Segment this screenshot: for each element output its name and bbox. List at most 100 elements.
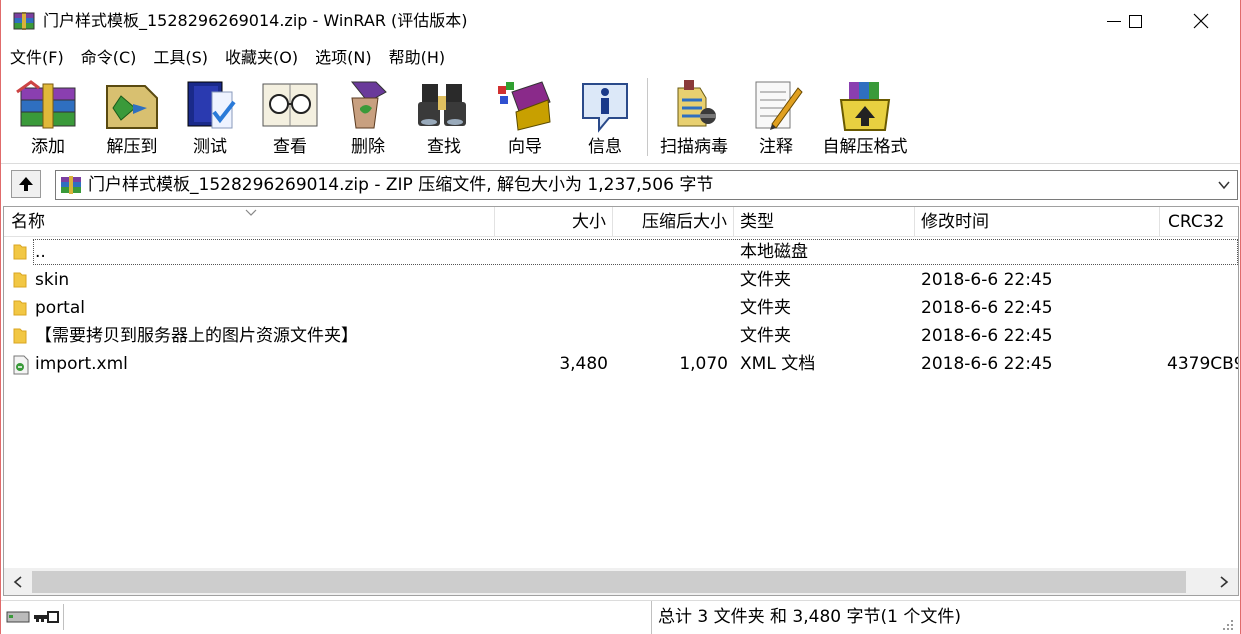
folder-icon: [13, 272, 27, 288]
test-button[interactable]: 测试: [177, 74, 243, 162]
folder-icon: [13, 244, 27, 260]
file-list[interactable]: 名称 大小 压缩后大小 类型 修改时间 CRC32 .. 本地磁盘 skin 文…: [3, 206, 1239, 596]
scroll-left-button[interactable]: [4, 568, 32, 595]
table-row[interactable]: import.xml 3,480 1,070 XML 文档 2018-6-6 2…: [4, 350, 1239, 378]
chevron-right-icon: [1220, 576, 1229, 588]
column-header: 名称 大小 压缩后大小 类型 修改时间 CRC32: [4, 207, 1238, 237]
info-button[interactable]: 信息: [571, 74, 639, 162]
folder-icon: [13, 300, 27, 316]
file-modified: 2018-6-6 22:45: [921, 270, 1053, 290]
virus-scan-icon: [677, 80, 716, 127]
maximize-button[interactable]: [1112, 0, 1158, 42]
winrar-window: 门户样式模板_1528296269014.zip - WinRAR (评估版本)…: [0, 0, 1241, 634]
virus-scan-button[interactable]: 扫描病毒: [653, 74, 735, 162]
delete-label: 删除: [351, 137, 385, 157]
toolbar-separator: [647, 78, 648, 156]
file-name: 【需要拷贝到服务器上的图片资源文件夹】: [35, 326, 358, 346]
menu-options[interactable]: 选项(N): [306, 46, 379, 70]
add-books-icon: [16, 80, 76, 129]
address-bar: 门户样式模板_1528296269014.zip - ZIP 压缩文件, 解包大…: [1, 168, 1240, 202]
sfx-label: 自解压格式: [822, 137, 908, 157]
view-label: 查看: [273, 137, 307, 157]
title-bar: 门户样式模板_1528296269014.zip - WinRAR (评估版本): [1, 0, 1240, 42]
info-icon: [582, 83, 628, 133]
status-icons: [4, 604, 64, 630]
menu-help[interactable]: 帮助(H): [380, 46, 454, 70]
horizontal-scrollbar[interactable]: [4, 568, 1238, 595]
column-header-crc[interactable]: CRC32: [1160, 207, 1238, 237]
sort-descending-icon: [245, 209, 257, 216]
file-modified: 2018-6-6 22:45: [921, 298, 1053, 318]
file-size: 3,480: [559, 354, 608, 374]
table-row[interactable]: skin 文件夹 2018-6-6 22:45: [4, 266, 1238, 294]
file-crc: 4379CB9: [1167, 354, 1239, 374]
file-name: ..: [35, 242, 46, 262]
column-header-modified[interactable]: 修改时间: [915, 207, 1160, 237]
menu-file[interactable]: 文件(F): [1, 46, 72, 70]
wizard-button[interactable]: 向导: [489, 74, 561, 162]
file-name: skin: [35, 270, 70, 290]
table-row[interactable]: 【需要拷贝到服务器上的图片资源文件夹】 文件夹 2018-6-6 22:45: [4, 322, 1238, 350]
up-one-level-button[interactable]: [11, 170, 41, 198]
view-button[interactable]: 查看: [255, 74, 325, 162]
delete-icon: [350, 81, 387, 129]
file-type: XML 文档: [740, 354, 816, 374]
file-type: 本地磁盘: [740, 242, 808, 262]
scroll-thumb[interactable]: [32, 571, 1186, 593]
file-modified: 2018-6-6 22:45: [921, 354, 1053, 374]
add-label: 添加: [31, 137, 65, 157]
file-name: portal: [35, 298, 85, 318]
drive-icon: [6, 611, 30, 623]
menu-favorites[interactable]: 收藏夹(O): [216, 46, 306, 70]
status-summary: 总计 3 文件夹 和 3,480 字节(1 个文件): [658, 607, 961, 627]
extract-to-label: 解压到: [106, 137, 158, 157]
extract-to-button[interactable]: 解压到: [97, 74, 167, 162]
focus-rectangle: [33, 239, 1238, 265]
winrar-app-icon: [13, 12, 35, 30]
view-glasses-icon: [262, 83, 318, 127]
wizard-icon: [498, 81, 551, 131]
delete-button[interactable]: 删除: [333, 74, 403, 162]
info-label: 信息: [588, 137, 622, 157]
close-button[interactable]: [1178, 0, 1224, 42]
find-button[interactable]: 查找: [409, 74, 479, 162]
column-header-packed[interactable]: 压缩后大小: [613, 207, 734, 237]
file-modified: 2018-6-6 22:45: [921, 326, 1053, 346]
comment-label: 注释: [759, 137, 793, 157]
column-header-size[interactable]: 大小: [495, 207, 613, 237]
status-bar: 总计 3 文件夹 和 3,480 字节(1 个文件): [1, 600, 1240, 634]
menu-tools[interactable]: 工具(S): [144, 46, 216, 70]
find-binoculars-icon: [418, 84, 466, 126]
resize-grip-icon[interactable]: [1222, 619, 1234, 631]
table-row[interactable]: .. 本地磁盘: [4, 238, 1238, 266]
archive-path-text: 门户样式模板_1528296269014.zip - ZIP 压缩文件, 解包大…: [88, 175, 714, 195]
folder-icon: [13, 328, 27, 344]
find-label: 查找: [427, 137, 461, 157]
up-arrow-icon: [19, 177, 33, 191]
sfx-icon: [839, 82, 891, 131]
sfx-button[interactable]: 自解压格式: [817, 74, 913, 162]
file-type: 文件夹: [740, 326, 791, 346]
xml-file-icon: [13, 355, 29, 375]
menu-bar: 文件(F) 命令(C) 工具(S) 收藏夹(O) 选项(N) 帮助(H): [1, 46, 1240, 70]
zip-archive-icon: [61, 176, 81, 194]
add-button[interactable]: 添加: [13, 74, 83, 162]
table-row[interactable]: portal 文件夹 2018-6-6 22:45: [4, 294, 1238, 322]
status-summary-panel: 总计 3 文件夹 和 3,480 字节(1 个文件): [651, 601, 1240, 634]
comment-icon: [755, 81, 803, 130]
column-header-type[interactable]: 类型: [734, 207, 915, 237]
chevron-down-icon[interactable]: [1217, 178, 1231, 192]
maximize-icon: [1128, 14, 1142, 28]
path-combobox[interactable]: 门户样式模板_1528296269014.zip - ZIP 压缩文件, 解包大…: [55, 170, 1238, 200]
test-label: 测试: [193, 137, 227, 157]
toolbar: 添加 解压到 测试 查看 删除 查找 向导 信息 扫描病毒 注释 自解压格式: [1, 74, 1240, 164]
virus-scan-label: 扫描病毒: [660, 137, 728, 157]
file-type: 文件夹: [740, 298, 791, 318]
comment-button[interactable]: 注释: [745, 74, 807, 162]
wizard-label: 向导: [508, 137, 542, 157]
scroll-right-button[interactable]: [1210, 568, 1238, 595]
test-icon: [187, 81, 236, 129]
extract-to-icon: [106, 85, 158, 129]
menu-commands[interactable]: 命令(C): [72, 46, 145, 70]
close-icon: [1193, 13, 1209, 29]
